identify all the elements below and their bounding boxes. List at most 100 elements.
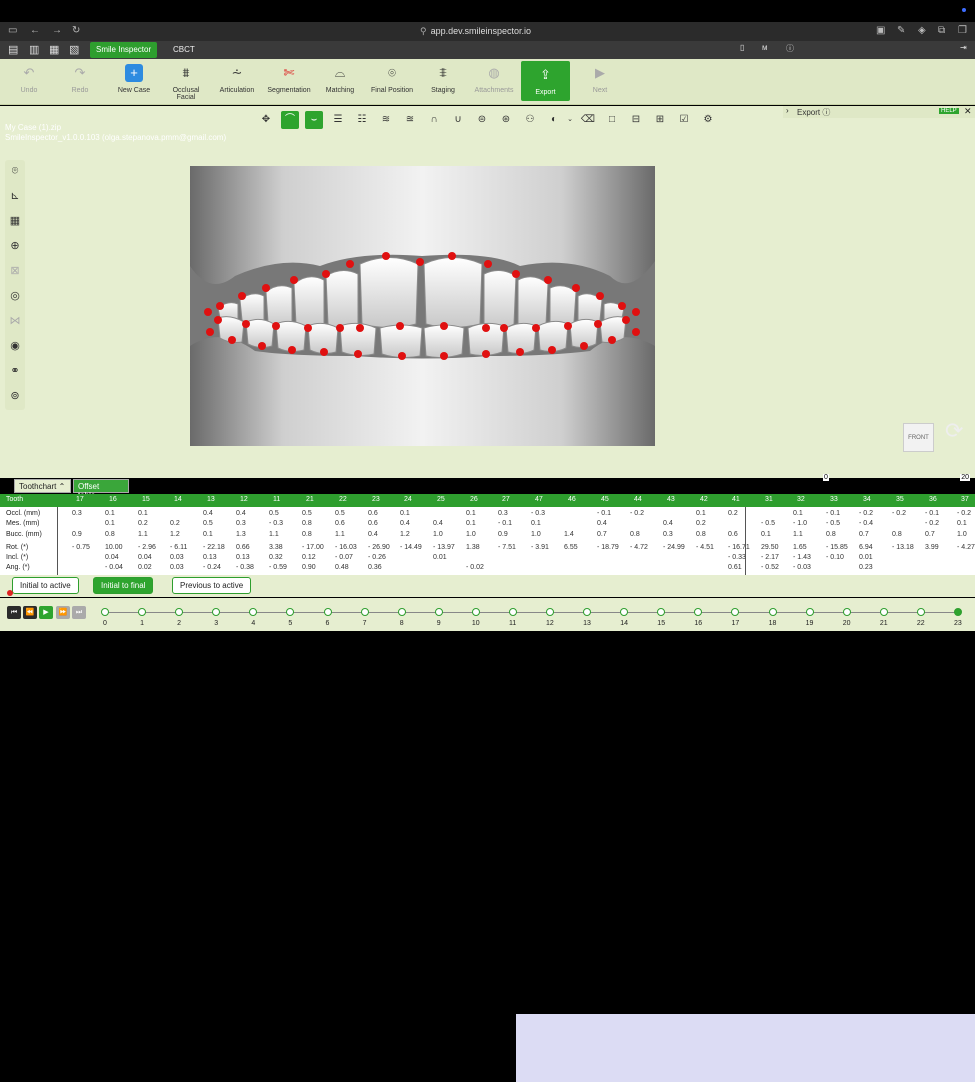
info-icon[interactable]: ⓘ — [786, 43, 794, 54]
overlay-icon[interactable]: ⚭ — [6, 362, 24, 380]
table-cell[interactable]: - 22.18 — [203, 544, 225, 551]
table-cell[interactable]: 1.2 — [400, 531, 410, 538]
tooth-number[interactable]: 42 — [700, 496, 708, 503]
table-cell[interactable]: - 0.52 — [761, 564, 779, 571]
table-cell[interactable]: 0.7 — [597, 531, 607, 538]
right-view-icon[interactable]: ≊ — [401, 111, 419, 129]
redo-button[interactable]: ↷ Redo — [65, 59, 95, 105]
table-cell[interactable]: - 18.79 — [597, 544, 619, 551]
table-cell[interactable]: - 13.18 — [892, 544, 914, 551]
square-icon[interactable]: □ — [603, 111, 621, 129]
measure-icon[interactable]: ⊾ — [6, 187, 24, 205]
stage-marker[interactable] — [434, 608, 443, 616]
table-cell[interactable]: 1.0 — [433, 531, 443, 538]
compare-icon[interactable]: ⊚ — [6, 387, 24, 405]
stage-range-slider[interactable]: 0 20 — [823, 474, 970, 488]
table-cell[interactable]: 3.38 — [269, 544, 283, 551]
tab-toothchart[interactable]: Toothchart ⌃ — [14, 479, 71, 493]
dental-model-render[interactable] — [190, 166, 655, 446]
table-cell[interactable]: 0.8 — [105, 531, 115, 538]
occlusion-view-icon[interactable]: ☰ — [329, 111, 347, 129]
tabs-icon[interactable]: ⧉ — [938, 25, 945, 36]
table-cell[interactable]: - 0.5 — [761, 520, 775, 527]
table-cell[interactable]: 0.1 — [203, 531, 213, 538]
previous-to-active-button[interactable]: Previous to active — [172, 577, 252, 594]
share-icon[interactable]: ▣ — [876, 25, 885, 36]
tooth-number[interactable]: 44 — [634, 496, 642, 503]
stage-marker[interactable] — [175, 608, 184, 616]
tooth-number[interactable]: 34 — [863, 496, 871, 503]
table-cell[interactable]: 29.50 — [761, 544, 779, 551]
table-cell[interactable]: 0.1 — [793, 510, 803, 517]
table-cell[interactable]: 0.36 — [368, 564, 382, 571]
table-cell[interactable]: - 0.03 — [793, 564, 811, 571]
tooth-number[interactable]: 14 — [174, 496, 182, 503]
tooth-number[interactable]: 11 — [273, 496, 280, 503]
stage-marker[interactable] — [879, 608, 888, 616]
table-cell[interactable]: 0.2 — [696, 520, 706, 527]
tooth-number[interactable]: 25 — [437, 496, 445, 503]
split-horizontal-icon[interactable]: ⊟ — [627, 111, 645, 129]
stage-marker[interactable] — [546, 608, 555, 616]
table-cell[interactable]: 0.4 — [236, 510, 246, 517]
matching-button[interactable]: ⌓ Matching — [323, 59, 357, 105]
table-cell[interactable]: - 0.1 — [826, 510, 840, 517]
tab-cbct[interactable]: CBCT — [173, 45, 195, 54]
table-cell[interactable]: 0.1 — [957, 520, 967, 527]
table-cell[interactable]: 0.1 — [105, 520, 115, 527]
initial-to-active-button[interactable]: Initial to active — [12, 577, 79, 594]
articulation-button[interactable]: ⩪ Articulation — [218, 59, 256, 105]
stage-marker[interactable] — [212, 608, 221, 616]
table-cell[interactable]: 0.5 — [302, 510, 312, 517]
open-folder-icon[interactable]: ▥ — [29, 43, 39, 56]
stage-marker[interactable] — [101, 608, 109, 616]
plane-icon[interactable]: ⊕ — [6, 237, 24, 255]
tooth-number[interactable]: 46 — [568, 496, 576, 503]
table-cell[interactable]: - 0.2 — [892, 510, 906, 517]
table-cell[interactable]: 0.2 — [138, 520, 148, 527]
stage-marker[interactable] — [360, 608, 369, 616]
stage-marker[interactable] — [471, 608, 480, 616]
upper-jaw-icon[interactable]: ⌒ — [281, 111, 299, 129]
forward-icon[interactable]: → — [52, 25, 62, 36]
pan-icon[interactable]: ✥ — [257, 111, 275, 129]
table-cell[interactable]: - 15.85 — [826, 544, 848, 551]
table-cell[interactable]: 0.8 — [892, 531, 902, 538]
undo-button[interactable]: ↶ Undo — [14, 59, 44, 105]
table-cell[interactable]: 0.03 — [170, 554, 184, 561]
left-view-icon[interactable]: ≋ — [377, 111, 395, 129]
table-cell[interactable]: - 2.96 — [138, 544, 156, 551]
sidebar-icon[interactable]: ▭ — [8, 25, 17, 36]
initial-to-final-button[interactable]: Initial to final — [93, 577, 154, 594]
export-panel-header[interactable]: › Export ⓘ HELP ✕ — [783, 106, 975, 118]
table-cell[interactable]: 0.48 — [335, 564, 349, 571]
table-cell[interactable]: - 0.26 — [368, 554, 386, 561]
table-cell[interactable]: - 1.0 — [793, 520, 807, 527]
table-cell[interactable]: - 0.10 — [826, 554, 844, 561]
table-cell[interactable]: - 0.02 — [466, 564, 484, 571]
table-cell[interactable]: 0.01 — [859, 554, 873, 561]
table-cell[interactable]: 1.2 — [170, 531, 180, 538]
table-cell[interactable]: - 0.2 — [925, 520, 939, 527]
arch-upper-icon[interactable]: ∩ — [425, 111, 443, 129]
table-cell[interactable]: 0.3 — [498, 510, 508, 517]
table-cell[interactable]: 0.7 — [925, 531, 935, 538]
table-cell[interactable]: 0.01 — [433, 554, 447, 561]
table-cell[interactable]: 6.94 — [859, 544, 873, 551]
table-cell[interactable]: 0.04 — [138, 554, 152, 561]
stage-marker[interactable] — [138, 608, 147, 616]
grid-icon[interactable]: ⊞ — [651, 111, 669, 129]
tooth-select-icon[interactable]: ⌾ — [6, 162, 24, 180]
table-cell[interactable]: 0.1 — [138, 510, 148, 517]
table-cell[interactable]: 0.4 — [433, 520, 443, 527]
table-cell[interactable]: - 0.2 — [859, 510, 873, 517]
table-cell[interactable]: - 0.59 — [269, 564, 287, 571]
table-cell[interactable]: 0.6 — [368, 510, 378, 517]
landmark-icon[interactable]: ⚇ — [521, 111, 539, 129]
stage-marker[interactable] — [323, 608, 332, 616]
new-case-button[interactable]: + New Case — [115, 59, 153, 105]
table-cell[interactable]: 0.4 — [368, 531, 378, 538]
check-icon[interactable]: ☑ — [675, 111, 693, 129]
tooth-number[interactable]: 12 — [240, 496, 248, 503]
table-cell[interactable]: 0.8 — [302, 520, 312, 527]
